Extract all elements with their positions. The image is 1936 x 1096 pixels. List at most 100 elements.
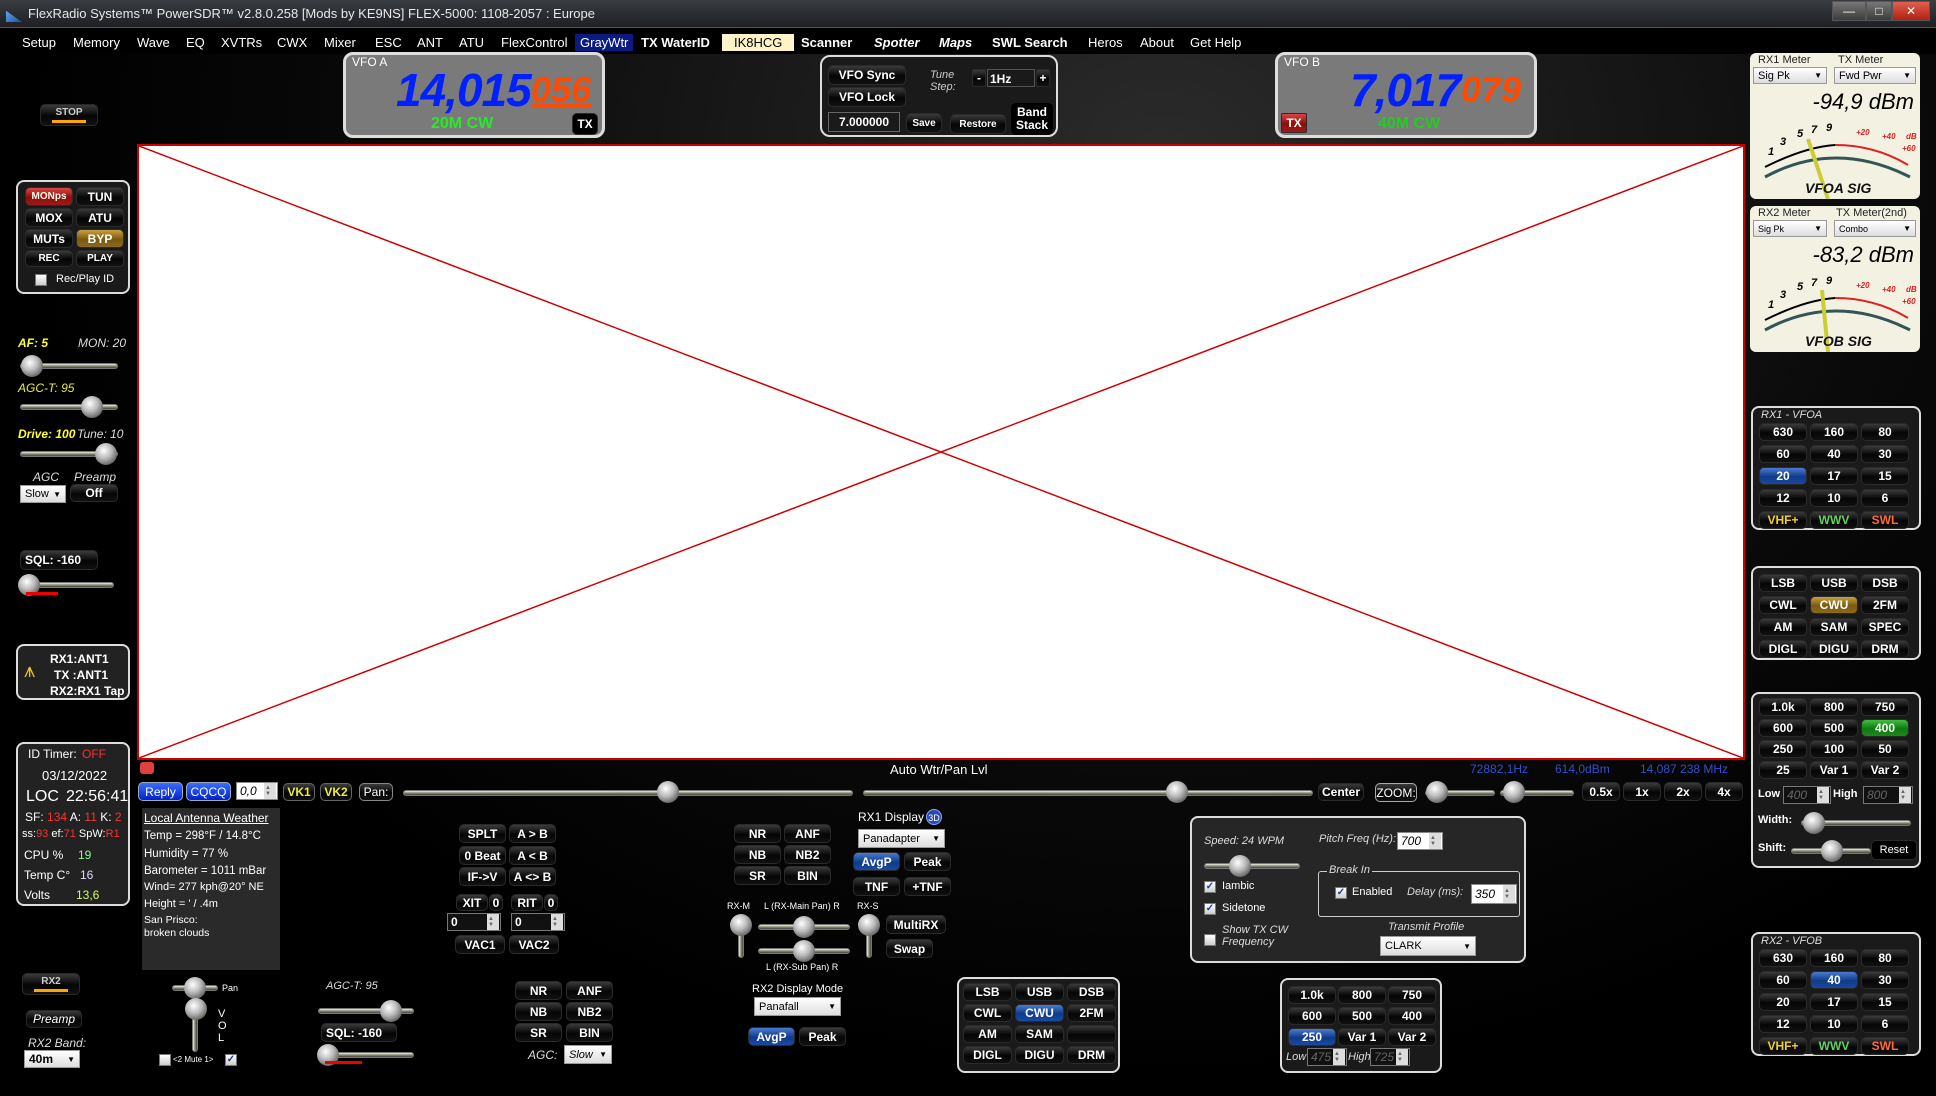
filters1-button-500[interactable]: 500 <box>1810 719 1858 737</box>
rx2-nr-button[interactable]: NR <box>515 981 562 1000</box>
rx1-filter-high-spinner[interactable]: 800 <box>1863 786 1913 804</box>
bands1-button-15[interactable]: 15 <box>1861 467 1909 485</box>
auto-level-slider-handle[interactable] <box>1166 781 1188 803</box>
mute-rx2-checkbox[interactable] <box>159 1054 171 1066</box>
swap-ab-button[interactable]: A <> B <box>509 867 556 886</box>
break-in-enabled-checkbox[interactable]: ✓ <box>1335 887 1347 899</box>
monps-button[interactable]: MONps <box>25 187 73 206</box>
modes1-button-drm[interactable]: DRM <box>1861 640 1909 658</box>
modes1-button-spec[interactable]: SPEC <box>1861 618 1909 636</box>
rx2-filter-low-spinner[interactable]: 475 <box>1307 1048 1347 1066</box>
minimize-button[interactable]: — <box>1832 1 1866 21</box>
zoom-1x-button[interactable]: 1x <box>1623 782 1661 801</box>
filters2-button-500[interactable]: 500 <box>1338 1007 1386 1025</box>
agct-slider-handle[interactable] <box>81 396 103 418</box>
bands1-button-17[interactable]: 17 <box>1810 467 1858 485</box>
modes2-button-cwl[interactable]: CWL <box>963 1004 1012 1022</box>
sr-button[interactable]: SR <box>734 866 781 885</box>
atu-button[interactable]: ATU <box>76 208 124 227</box>
rx-sub-pan-handle[interactable] <box>793 940 815 962</box>
bands1-button-60[interactable]: 60 <box>1759 445 1807 463</box>
rec-button[interactable]: REC <box>25 250 73 267</box>
cw-speed-slider[interactable] <box>1204 863 1300 869</box>
save-button[interactable]: Save <box>906 113 942 133</box>
rx-sub-volume-handle[interactable] <box>858 914 880 936</box>
filters1-button-800[interactable]: 800 <box>1810 698 1858 716</box>
modes1-button-cwl[interactable]: CWL <box>1759 596 1807 614</box>
rx1-avgp-button[interactable]: AvgP <box>853 852 900 871</box>
bands1-button-40[interactable]: 40 <box>1810 445 1858 463</box>
filters1-button-50[interactable]: 50 <box>1861 740 1909 758</box>
close-button[interactable]: ✕ <box>1892 1 1930 21</box>
menu-wave[interactable]: Wave <box>132 34 175 51</box>
filters2-button-750[interactable]: 750 <box>1388 986 1436 1004</box>
auto-wtr-pan-label[interactable]: Auto Wtr/Pan Lvl <box>890 762 988 777</box>
rx2-avgp-button[interactable]: AvgP <box>748 1027 795 1046</box>
modes2-button-drm[interactable]: DRM <box>1067 1046 1116 1064</box>
modes2-button-2fm[interactable]: 2FM <box>1067 1004 1116 1022</box>
tun-button[interactable]: TUN <box>76 187 124 206</box>
modes2-button-digl[interactable]: DIGL <box>963 1046 1012 1064</box>
nr-button[interactable]: NR <box>734 824 781 843</box>
rx1-filter-low-spinner[interactable]: 400 <box>1783 786 1831 804</box>
tune-step-value[interactable]: 1Hz <box>987 69 1035 87</box>
mute-rx1-checkbox[interactable]: ✓ <box>225 1054 237 1066</box>
filters2-button-250[interactable]: 250 <box>1288 1028 1336 1046</box>
transmit-profile-select[interactable]: CLARK <box>1380 936 1476 956</box>
menu-tx-waterid[interactable]: TX WaterID <box>636 34 715 51</box>
vk2-button[interactable]: VK2 <box>320 783 352 801</box>
tx-meter-select[interactable]: Fwd Pwr <box>1834 67 1916 84</box>
filters2-button-800[interactable]: 800 <box>1338 986 1386 1004</box>
menu-esc[interactable]: ESC <box>370 34 407 51</box>
bands2-button-60[interactable]: 60 <box>1759 971 1807 989</box>
filters1-button-600[interactable]: 600 <box>1759 719 1807 737</box>
show-tx-cw-checkbox[interactable] <box>1204 934 1216 946</box>
anf-button[interactable]: ANF <box>784 824 831 843</box>
step-increase-button[interactable]: + <box>1036 69 1050 87</box>
zoom-label-button[interactable]: ZOOM: <box>1375 783 1417 802</box>
pitch-freq-spinner[interactable]: 700 <box>1397 832 1443 850</box>
bands1-button-80[interactable]: 80 <box>1861 423 1909 441</box>
pan-label-button[interactable]: Pan: <box>359 783 393 801</box>
modes2-button-usb[interactable]: USB <box>1015 983 1064 1001</box>
3d-toggle-icon[interactable]: 3D <box>926 809 942 825</box>
rx2-band-select[interactable]: 40m <box>24 1050 80 1068</box>
vfo-b-freq-sub[interactable]: 079 <box>1461 69 1521 111</box>
rx2-button[interactable]: RX2 <box>22 973 80 995</box>
menu-ant[interactable]: ANT <box>412 34 448 51</box>
snapshot-icon[interactable] <box>140 762 154 774</box>
rx2-pan-handle[interactable] <box>184 977 206 999</box>
rx2-display-mode-select[interactable]: Panafall <box>754 997 841 1016</box>
bands2-button-12[interactable]: 12 <box>1759 1015 1807 1033</box>
zero-beat-button[interactable]: 0 Beat <box>459 846 506 865</box>
split-button[interactable]: SPLT <box>459 824 506 843</box>
vfo-sync-button[interactable]: VFO Sync <box>828 65 906 85</box>
reply-button[interactable]: Reply <box>138 782 183 801</box>
zoom-4x-button[interactable]: 4x <box>1705 782 1743 801</box>
filters1-button-100[interactable]: 100 <box>1810 740 1858 758</box>
zoom-2x-button[interactable]: 2x <box>1664 782 1702 801</box>
af-slider-handle[interactable] <box>21 355 43 377</box>
step-decrease-button[interactable]: - <box>972 69 986 87</box>
zoom-0-5x-button[interactable]: 0.5x <box>1582 782 1620 801</box>
mox-button[interactable]: MOX <box>25 208 73 227</box>
pan-slider[interactable] <box>403 790 853 796</box>
cqcq-button[interactable]: CQCQ <box>186 782 231 801</box>
swap-button[interactable]: Swap <box>886 939 933 958</box>
rec-play-id-checkbox[interactable] <box>35 274 47 286</box>
modes1-button-am[interactable]: AM <box>1759 618 1807 636</box>
bands1-button-6[interactable]: 6 <box>1861 489 1909 507</box>
multirx-button[interactable]: MultiRX <box>886 915 946 934</box>
rx2-nb2-button[interactable]: NB2 <box>566 1002 613 1021</box>
rx2-nb-button[interactable]: NB <box>515 1002 562 1021</box>
bands2-button-17[interactable]: 17 <box>1810 993 1858 1011</box>
modes2-button-cwu[interactable]: CWU <box>1015 1004 1064 1022</box>
menu-scanner[interactable]: Scanner <box>796 34 857 51</box>
drive-slider-handle[interactable] <box>95 443 117 465</box>
cq-interval-spinner[interactable]: 0,0 <box>236 782 278 800</box>
rx2-sr-button[interactable]: SR <box>515 1023 562 1042</box>
bands2-button-10[interactable]: 10 <box>1810 1015 1858 1033</box>
modes2-button-digu[interactable]: DIGU <box>1015 1046 1064 1064</box>
play-button[interactable]: PLAY <box>76 250 124 267</box>
bands2-button-20[interactable]: 20 <box>1759 993 1807 1011</box>
